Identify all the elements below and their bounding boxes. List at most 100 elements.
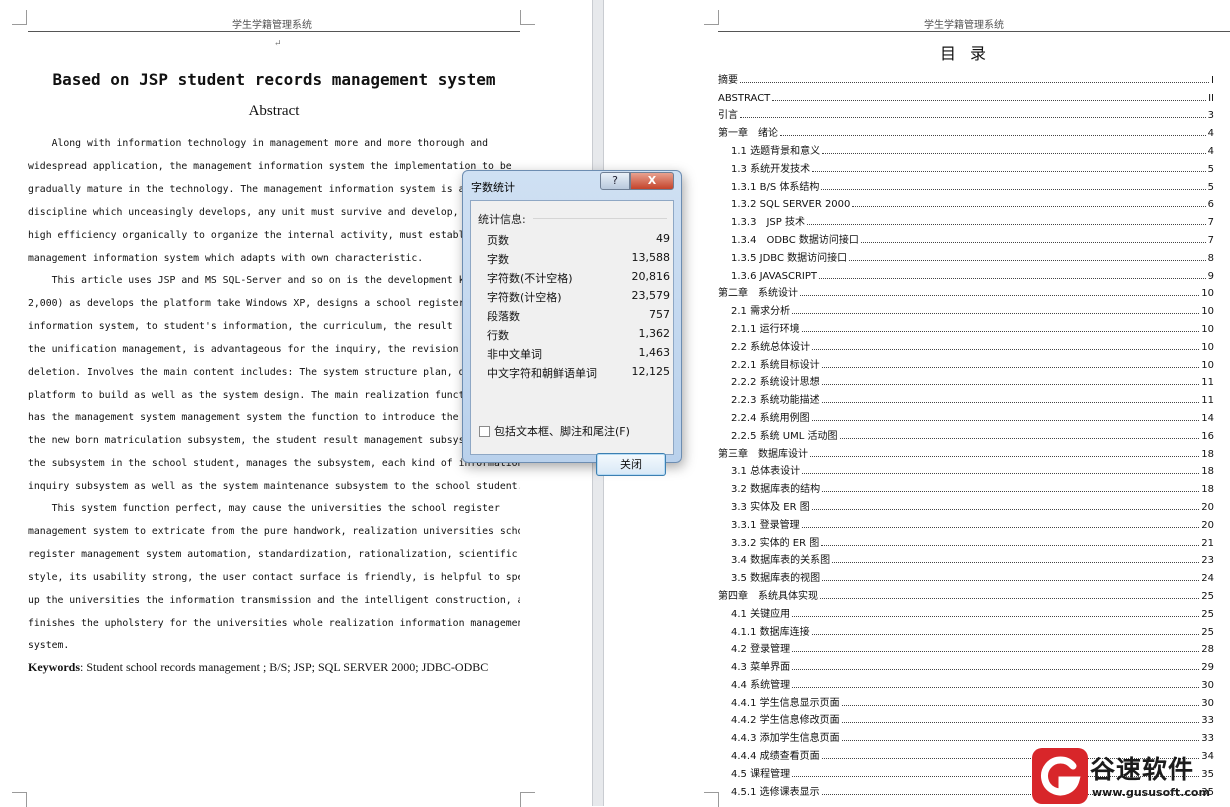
statistic-value: 20,816 bbox=[631, 270, 671, 283]
toc-entry[interactable]: 4.2 登录管理 28 bbox=[718, 638, 1214, 656]
abstract-paragraph-2: This article uses JSP and MS SQL-Server … bbox=[28, 270, 520, 499]
toc-entry-page: 6 bbox=[1207, 199, 1214, 211]
abstract-paragraph-3: This system function perfect, may cause … bbox=[28, 498, 520, 658]
toc-entry[interactable]: 4.1.1 数据库连接 25 bbox=[718, 620, 1214, 638]
abstract-heading: Abstract bbox=[248, 103, 300, 119]
statistic-label: 段落数 bbox=[487, 310, 520, 323]
toc-entry-label: 1.3.6 JAVASCRIPT bbox=[731, 270, 818, 282]
toc-leader-dots bbox=[780, 135, 1206, 137]
close-window-button[interactable]: X bbox=[630, 172, 674, 190]
toc-entry[interactable]: 4.1 关键应用 25 bbox=[718, 602, 1214, 620]
toc-entry-label: 4.4.3 添加学生信息页面 bbox=[731, 733, 840, 745]
statistic-label: 字符数(计空格) bbox=[487, 291, 562, 304]
toc-entry[interactable]: 3.3.1 登录管理 20 bbox=[718, 513, 1214, 531]
toc-entry-page: 10 bbox=[1201, 288, 1214, 300]
toc-entry[interactable]: 2.1 需求分析 10 bbox=[718, 299, 1214, 317]
toc-entry[interactable]: 2.2.2 系统设计思想 11 bbox=[718, 371, 1214, 389]
toc-entry-label: 4.2 登录管理 bbox=[731, 644, 791, 656]
toc-entry[interactable]: 2.2.5 系统 UML 活动图 16 bbox=[718, 424, 1214, 442]
toc-entry[interactable]: ABSTRACT II bbox=[718, 86, 1214, 104]
abstract-line: 2,000) as develops the platform take Win… bbox=[28, 297, 465, 309]
statistics-list: 页数 49 字数 13,588 字符数(不计空格) 20,816 字符数(计空格) 23,57… bbox=[487, 232, 670, 384]
toc-entry[interactable]: 2.2 系统总体设计 10 bbox=[718, 335, 1214, 353]
include-textboxes-checkbox[interactable] bbox=[479, 425, 490, 437]
toc-entry[interactable]: 第二章 系统设计 10 bbox=[718, 282, 1214, 300]
toc-leader-dots bbox=[821, 366, 1200, 368]
toc-entry[interactable]: 1.3.3 JSP 技术 7 bbox=[718, 210, 1214, 228]
toc-entry[interactable]: 1.3.6 JAVASCRIPT 9 bbox=[718, 264, 1214, 282]
toc-entry[interactable]: 3.5 数据库表的视图 24 bbox=[718, 566, 1214, 584]
statistics-caption: 统计信息: bbox=[478, 213, 526, 226]
toc-entry[interactable]: 1.3.1 B/S 体系结构 5 bbox=[718, 175, 1214, 193]
toc-entry-label: 1.3 系统开发技术 bbox=[731, 163, 811, 175]
toc-entry[interactable]: 4.3 菜单界面 29 bbox=[718, 655, 1214, 673]
toc-entry[interactable]: 第三章 数据库设计 18 bbox=[718, 442, 1214, 460]
toc-entry[interactable]: 4.4.3 添加学生信息页面 33 bbox=[718, 726, 1214, 744]
brand-name: 谷速软件 bbox=[1090, 755, 1195, 784]
toc-entry[interactable]: 1.3 系统开发技术 5 bbox=[718, 157, 1214, 175]
abstract-line: This system function perfect, may cause … bbox=[28, 503, 500, 514]
toc-entry-page: 28 bbox=[1201, 644, 1214, 656]
close-dialog-button[interactable]: 关闭 bbox=[596, 453, 666, 476]
toc-entry-label: 2.2.2 系统设计思想 bbox=[731, 377, 820, 389]
statistic-label: 页数 bbox=[487, 234, 509, 247]
toc-entry-label: 2.1 需求分析 bbox=[731, 306, 791, 318]
toc-entry-label: 3.3 实体及 ER 图 bbox=[731, 501, 810, 513]
toc-entry-label: 1.3.5 JDBC 数据访问接口 bbox=[731, 252, 848, 264]
toc-entry[interactable]: 3.3 实体及 ER 图 20 bbox=[718, 495, 1214, 513]
toc-entry[interactable]: 4.4.2 学生信息修改页面 33 bbox=[718, 709, 1214, 726]
toc-title: 目录 bbox=[940, 44, 1001, 63]
toc-entry[interactable]: 3.4 数据库表的关系图 23 bbox=[718, 549, 1214, 566]
include-textboxes-checkbox-row[interactable]: 包括文本框、脚注和尾注(F) bbox=[479, 423, 630, 439]
toc-entry[interactable]: 摘要 I bbox=[718, 68, 1214, 86]
toc-entry[interactable]: 第四章 系统具体实现 25 bbox=[718, 584, 1214, 602]
statistic-row: 页数 49 bbox=[487, 232, 670, 251]
toc-entry[interactable]: 2.2.4 系统用例图 14 bbox=[718, 406, 1214, 424]
abstract-line: system. bbox=[28, 640, 70, 652]
statistic-value: 13,588 bbox=[631, 251, 671, 264]
toc-entry-label: 2.2.4 系统用例图 bbox=[731, 412, 810, 424]
toc-entry-label: 1.1 选题背景和意义 bbox=[731, 145, 821, 157]
toc-entry-label: 3.5 数据库表的视图 bbox=[731, 573, 821, 585]
toc-entry[interactable]: 3.3.2 实体的 ER 图 21 bbox=[718, 531, 1214, 549]
statistic-row: 字符数(计空格) 23,579 bbox=[487, 289, 670, 308]
toc-entry-label: 1.3.4 ODBC 数据访问接口 bbox=[731, 234, 859, 246]
statistic-value: 23,579 bbox=[631, 289, 671, 302]
toc-leader-dots bbox=[740, 81, 1210, 83]
toc-entry[interactable]: 4.4.1 学生信息显示页面 30 bbox=[718, 691, 1214, 709]
toc-entry[interactable]: 2.2.3 系统功能描述 11 bbox=[718, 388, 1214, 406]
toc-entry[interactable]: 3.1 总体表设计 18 bbox=[718, 460, 1214, 477]
toc-entry-label: 4.4 系统管理 bbox=[731, 679, 791, 691]
toc-entry[interactable]: 3.2 数据库表的结构 18 bbox=[718, 477, 1214, 495]
toc-entry-page: 10 bbox=[1201, 341, 1214, 353]
toc-entry[interactable]: 1.1 选题背景和意义 4 bbox=[718, 139, 1214, 157]
toc-leader-dots bbox=[841, 740, 1200, 742]
toc-entry[interactable]: 1.3.5 JDBC 数据访问接口 8 bbox=[718, 246, 1214, 264]
crop-mark bbox=[704, 10, 719, 25]
toc-entry[interactable]: 1.3.4 ODBC 数据访问接口 7 bbox=[718, 228, 1214, 246]
toc-entry[interactable]: 引言 3 bbox=[718, 104, 1214, 121]
crop-mark bbox=[12, 10, 27, 25]
header-rule bbox=[28, 31, 520, 32]
toc-entry[interactable]: 2.1.1 运行环境 10 bbox=[718, 317, 1214, 335]
toc-entry[interactable]: 4.4 系统管理 30 bbox=[718, 673, 1214, 691]
toc-entry-label: 2.2.1 系统目标设计 bbox=[731, 359, 820, 371]
crop-mark bbox=[520, 10, 535, 25]
abstract-line: widespread application, the management i… bbox=[28, 160, 512, 172]
toc-entry-page: 5 bbox=[1207, 181, 1214, 193]
toc-entry-label: 第三章 数据库设计 bbox=[718, 448, 808, 460]
toc-entry-page: 33 bbox=[1201, 733, 1214, 745]
paragraph-mark-icon: ↵ bbox=[274, 39, 282, 49]
toc-leader-dots bbox=[832, 562, 1200, 564]
header-rule bbox=[718, 31, 1230, 32]
help-button[interactable]: ? bbox=[600, 172, 630, 190]
toc-leader-dots bbox=[740, 117, 1206, 119]
toc-entry-page: 16 bbox=[1201, 430, 1214, 442]
toc-entry[interactable]: 第一章 绪论 4 bbox=[718, 121, 1214, 139]
toc-entry-label: 3.3.2 实体的 ER 图 bbox=[731, 537, 820, 549]
toc-leader-dots bbox=[800, 295, 1200, 297]
abstract-line: discipline which unceasingly develops, a… bbox=[28, 206, 489, 218]
toc-entry[interactable]: 1.3.2 SQL SERVER 2000 6 bbox=[718, 193, 1214, 211]
toc-entry[interactable]: 2.2.1 系统目标设计 10 bbox=[718, 353, 1214, 371]
toc-entry-page: 29 bbox=[1201, 662, 1214, 674]
